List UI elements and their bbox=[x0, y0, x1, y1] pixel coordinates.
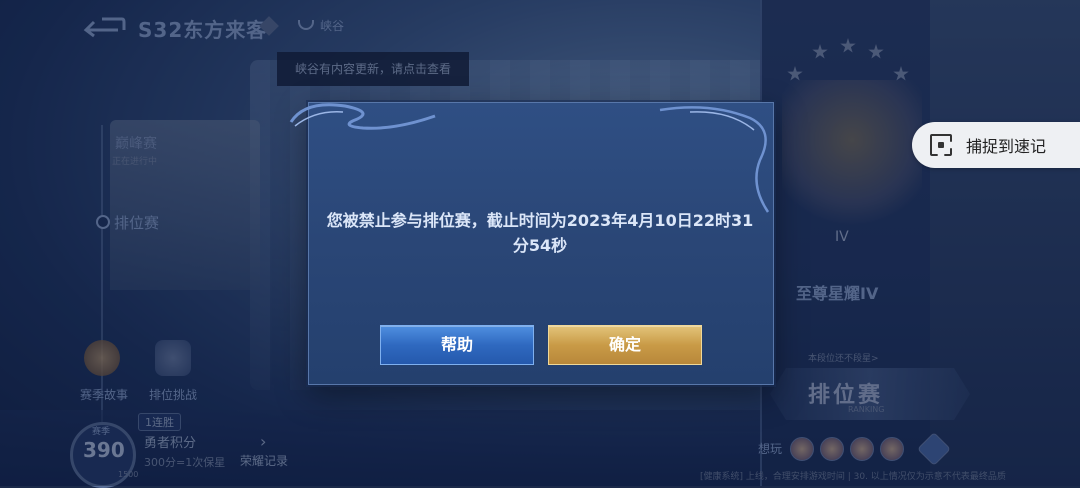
capture-note-chip[interactable]: 捕捉到速记 bbox=[912, 122, 1080, 168]
help-button[interactable]: 帮助 bbox=[380, 325, 534, 365]
capture-note-label[interactable]: 捕捉到速记 bbox=[966, 133, 1046, 157]
confirm-button[interactable]: 确定 bbox=[548, 325, 702, 365]
capture-frame-icon bbox=[930, 134, 952, 156]
decorative-swirl-icon bbox=[289, 103, 436, 130]
decorative-swirl-icon bbox=[659, 106, 770, 213]
ban-message: 您被禁止参与排位赛，截止时间为2023年4月10日22时31分54秒 bbox=[326, 211, 754, 255]
